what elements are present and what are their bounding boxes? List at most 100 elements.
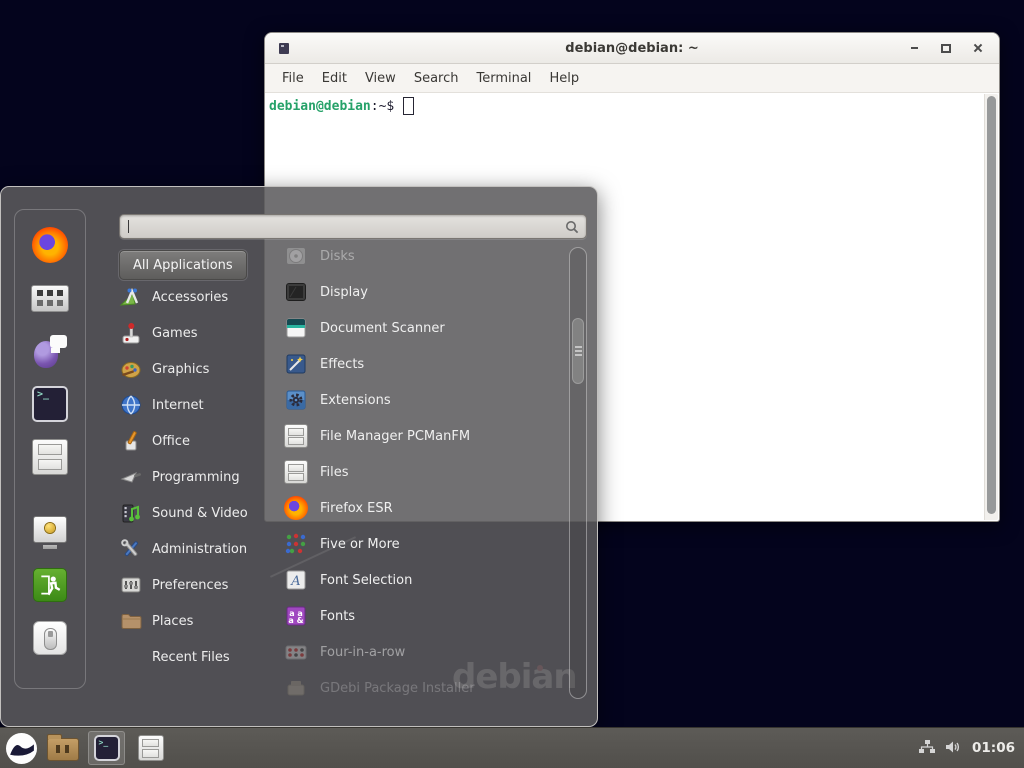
logout-button[interactable] [31,566,69,604]
application-list-scrollbar[interactable] [569,247,587,699]
app-item-disks[interactable]: Disks [283,238,571,274]
category-administration[interactable]: Administration [119,531,281,567]
font-selection-icon: A [283,567,309,593]
terminal-scrollbar-thumb[interactable] [987,96,996,514]
app-item-firefox-esr[interactable]: Firefox ESR [283,490,571,526]
app-item-four-in-a-row[interactable]: Four-in-a-row [283,634,571,670]
extensions-gear-icon [283,387,309,413]
office-icon [119,429,143,453]
app-item-document-scanner[interactable]: Document Scanner [283,310,571,346]
lock-screen-button[interactable] [31,513,69,551]
app-label: Four-in-a-row [320,645,405,660]
menubar-item-search[interactable]: Search [405,71,468,86]
effects-icon [283,351,309,377]
favorite-pidgin-button[interactable] [31,332,69,370]
terminal-cursor [403,97,414,115]
app-item-display[interactable]: Display [283,274,571,310]
preferences-icon [119,573,143,597]
volume-icon[interactable] [945,739,963,758]
favorite-files-button[interactable] [31,438,69,476]
clock[interactable]: 01:06 [972,740,1015,756]
menubar-item-help[interactable]: Help [540,71,588,86]
app-label: Extensions [320,393,391,408]
minimize-button[interactable] [901,33,927,63]
app-label: Display [320,285,368,300]
app-item-fonts[interactable]: a aa & Fonts [283,598,571,634]
application-menu: All Applications Accessories Games Graph… [0,186,598,727]
close-button[interactable] [965,33,991,63]
desktop-folder-icon [47,738,79,761]
taskbar-terminal-button[interactable] [88,731,125,765]
app-item-extensions[interactable]: Extensions [283,382,571,418]
desktop: debian debian@debian: ~ File Edit View S… [0,0,1024,768]
application-list-scrollbar-thumb[interactable] [572,318,584,384]
category-preferences[interactable]: Preferences [119,567,281,603]
category-label: Office [152,434,190,449]
all-applications-button[interactable]: All Applications [119,250,247,280]
shell-prompt: debian@debian:~$ [269,97,414,115]
gdebi-icon [283,675,309,701]
category-games[interactable]: Games [119,315,281,351]
category-recent-files[interactable]: Recent Files [119,639,281,675]
app-item-effects[interactable]: Effects [283,346,571,382]
menu-search-input[interactable] [120,215,586,238]
prompt-user-host: debian@debian [269,99,371,114]
category-sound-video[interactable]: Sound & Video [119,495,281,531]
terminal-window-icon [279,43,289,54]
category-programming[interactable]: Programming [119,459,281,495]
sound-video-icon [119,501,143,525]
application-list: Disks Display Document Scanner Effects E… [283,238,571,706]
favorite-firefox-button[interactable] [31,226,69,264]
app-item-gdebi-package-installer[interactable]: GDebi Package Installer [283,670,571,706]
app-item-files[interactable]: Files [283,454,571,490]
category-accessories[interactable]: Accessories [119,279,281,315]
favorite-software-button[interactable] [31,279,69,317]
app-label: Fonts [320,609,355,624]
cabinet-icon [284,424,308,448]
terminal-icon [32,386,68,422]
menu-favorites-sidebar [14,209,86,689]
app-item-file-manager-pcmanfm[interactable]: File Manager PCManFM [283,418,571,454]
file-manager-icon [138,735,164,761]
category-internet[interactable]: Internet [119,387,281,423]
menubar-item-view[interactable]: View [356,71,405,86]
programming-icon [119,465,143,489]
firefox-esr-icon [283,495,309,521]
terminal-icon [94,735,120,761]
minimize-icon [911,47,918,49]
category-label: Accessories [152,290,228,305]
terminal-menubar: File Edit View Search Terminal Help [265,64,999,93]
menubar-item-terminal[interactable]: Terminal [467,71,540,86]
terminal-titlebar[interactable]: debian@debian: ~ [265,33,999,64]
category-places[interactable]: Places [119,603,281,639]
app-item-font-selection[interactable]: A Font Selection [283,562,571,598]
file-manager-icon [32,439,68,475]
terminal-scrollbar[interactable] [984,94,998,520]
recent-files-no-icon [119,645,143,669]
maximize-button[interactable] [933,33,959,63]
app-item-five-or-more[interactable]: Five or More [283,526,571,562]
network-icon[interactable] [918,739,936,758]
display-icon [283,279,309,305]
app-label: Disks [320,249,355,264]
app-label: File Manager PCManFM [320,429,470,444]
menubar-item-edit[interactable]: Edit [313,71,356,86]
app-label: Effects [320,357,364,372]
close-icon [973,43,983,53]
app-label: Document Scanner [320,321,445,336]
desktop-folder-button[interactable] [44,731,81,765]
category-list: Accessories Games Graphics Internet Offi… [119,279,281,675]
maximize-icon [941,44,951,53]
five-or-more-icon [283,531,309,557]
cabinet-icon [284,460,308,484]
administration-icon [119,537,143,561]
menubar-item-file[interactable]: File [273,71,313,86]
taskbar-files-button[interactable] [132,731,169,765]
category-graphics[interactable]: Graphics [119,351,281,387]
menu-launcher-button[interactable] [6,733,37,764]
category-office[interactable]: Office [119,423,281,459]
shutdown-button[interactable] [31,619,69,657]
svg-text:A: A [290,574,300,589]
favorite-terminal-button[interactable] [31,385,69,423]
logout-icon [33,568,67,602]
